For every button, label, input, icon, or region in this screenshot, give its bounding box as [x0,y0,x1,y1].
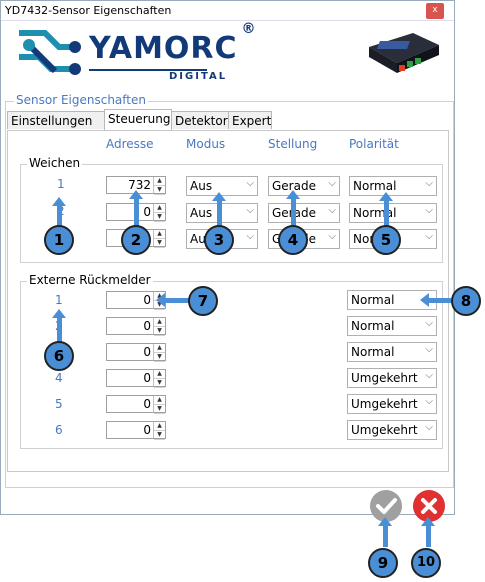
weiche-stellung-select[interactable]: Gerade⌵ [268,203,340,223]
chevron-down-icon: ⌵ [425,178,433,189]
weiche-polaritaet-select[interactable]: Normal⌵ [349,203,437,223]
tab-einstellungen[interactable]: Einstellungen [7,111,105,129]
pcb-logo-icon [15,27,83,83]
chevron-down-icon: ⌵ [425,396,433,407]
extern-row-number: 6 [55,423,63,437]
chevron-down-icon: ⌵ [246,231,254,242]
extern-row-number: 5 [55,397,63,411]
extern-polaritaet-select[interactable]: Umgekehrt ⌵ [347,420,437,440]
annotation-badge-3: 3 [204,225,234,255]
extern-adresse-input[interactable]: 0 ▲ ▼ [106,369,166,388]
brand-subtitle: DIGITAL [169,71,228,82]
extern-polaritaet-select[interactable]: Umgekehrt ⌵ [347,368,437,388]
chevron-down-icon: ⌵ [328,205,336,216]
chevron-down-icon: ⌵ [425,318,433,329]
annotation-arrow-head [52,197,66,206]
annotation-arrow [165,298,189,303]
spinner[interactable]: ▲ ▼ [153,230,165,248]
extern-adresse-input[interactable]: 0 ▲ ▼ [106,395,166,414]
annotation-arrow [134,199,139,226]
annotation-arrow-head [420,293,429,307]
annotation-badge-1: 1 [44,225,74,255]
annotation-arrow-head [52,309,66,318]
spinner[interactable]: ▲ ▼ [153,204,165,222]
chevron-down-icon: ⌵ [328,231,336,242]
annotation-badge-7: 7 [188,286,218,316]
annotation-arrow [429,298,451,303]
tab-detektor[interactable]: Detektor [171,111,229,129]
chevron-down-icon: ⌵ [425,205,433,216]
annotation-badge-9: 9 [368,548,398,578]
device-image-icon [369,33,439,73]
annotation-arrow-head [286,190,300,199]
extern-row-number: 4 [55,371,63,385]
annotation-arrow [217,201,222,226]
annotation-badge-2: 2 [121,225,151,255]
tab-expert[interactable]: Expert [228,111,272,129]
weiche-polaritaet-select[interactable]: Normal⌵ [349,176,437,196]
extern-polaritaet-select[interactable]: Umgekehrt ⌵ [347,394,437,414]
annotation-badge-5: 5 [371,225,401,255]
extern-adresse-input[interactable]: 0 ▲ ▼ [106,317,166,336]
spinner[interactable]: ▲ ▼ [153,396,165,414]
spinner[interactable]: ▲ ▼ [153,370,165,388]
brand-logo: YAMORC® [89,21,257,66]
group-title: Sensor Eigenschaften [14,93,148,107]
spinner[interactable]: ▲ ▼ [153,177,165,195]
annotation-arrow-head [129,190,143,199]
extern-polaritaet-select[interactable]: Normal ⌵ [347,316,437,336]
column-polaritaet: Polarität [349,137,399,151]
annotation-arrow-head [212,192,226,201]
column-adresse: Adresse [106,137,154,151]
annotation-arrow-head [378,517,392,526]
spinner[interactable]: ▲ ▼ [153,344,165,362]
annotation-arrow [57,318,62,342]
annotation-badge-4: 4 [278,225,308,255]
annotation-arrow [426,525,431,547]
weiche-row-number: 1 [57,177,65,191]
spinner[interactable]: ▲ ▼ [153,318,165,336]
externe-rueckmelder-label: Externe Rückmelder [27,273,153,287]
annotation-badge-10: 10 [411,548,441,578]
annotation-arrow-head [379,192,393,201]
annotation-arrow [384,201,389,226]
chevron-down-icon: ⌵ [328,178,336,189]
extern-polaritaet-select[interactable]: Normal ⌵ [347,342,437,362]
extern-adresse-input[interactable]: 0 ▲ ▼ [106,421,166,440]
banner: YAMORC® DIGITAL [1,21,454,89]
spinner[interactable]: ▲ ▼ [153,422,165,440]
weichen-label: Weichen [27,156,83,170]
chevron-down-icon: ⌵ [425,344,433,355]
close-button[interactable]: x [426,3,444,19]
extern-row-number: 1 [55,293,63,307]
weiche-modus-select[interactable]: Aus ⌵ [186,203,258,223]
annotation-arrow [57,206,62,226]
column-stellung: Stellung [268,137,318,151]
chevron-down-icon: ⌵ [425,422,433,433]
title-bar: YD7432-Sensor Eigenschaften x [1,1,454,21]
annotation-arrow-head [156,293,165,307]
extern-adresse-input[interactable]: 0 ▲ ▼ [106,343,166,362]
weiche-stellung-select[interactable]: Gerade⌵ [268,176,340,196]
annotation-badge-8: 8 [451,286,481,316]
annotation-badge-6: 6 [44,341,74,371]
chevron-down-icon: ⌵ [425,370,433,381]
chevron-down-icon: ⌵ [246,178,254,189]
window-title: YD7432-Sensor Eigenschaften [5,4,172,17]
tab-steuerung[interactable]: Steuerung [104,109,172,130]
chevron-down-icon: ⌵ [246,205,254,216]
chevron-down-icon: ⌵ [425,231,433,242]
column-modus: Modus [186,137,226,151]
annotation-arrow-head [421,517,435,526]
annotation-arrow [291,199,296,226]
annotation-arrow [383,525,388,547]
